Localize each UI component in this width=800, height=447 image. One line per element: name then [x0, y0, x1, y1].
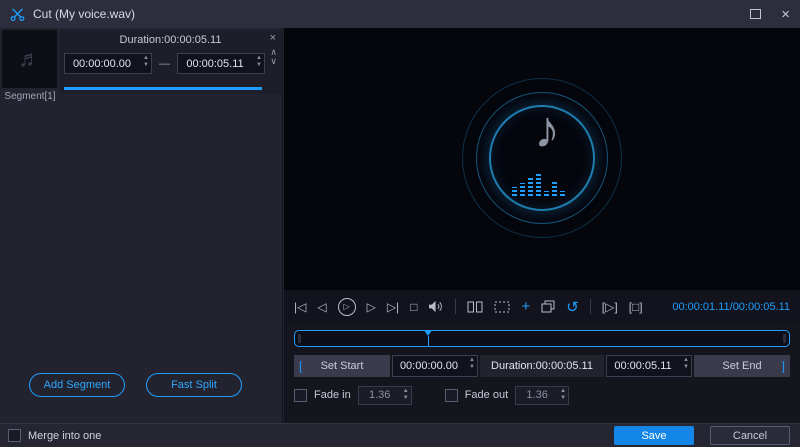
timeline-marker[interactable]	[424, 330, 433, 347]
copy-icon[interactable]	[541, 300, 555, 313]
fade-in-field: ▲ ▼	[357, 385, 412, 405]
reset-icon[interactable]: ↺	[566, 298, 579, 316]
trim-start-input[interactable]	[393, 356, 477, 376]
fade-out-label: Fade out	[464, 389, 509, 401]
video-preview-area: ♪	[284, 28, 800, 290]
fade-controls: Fade in ▲ ▼ Fade out ▲ ▼	[294, 385, 790, 405]
spinner-down-icon[interactable]: ▼	[683, 364, 689, 371]
segment-end-field: ▲ ▼	[177, 53, 265, 74]
timeline-slider[interactable]	[294, 330, 790, 347]
spinner-down-icon[interactable]: ▼	[256, 62, 262, 69]
remove-segment-icon[interactable]: ×	[270, 32, 276, 44]
toolbar-divider	[589, 299, 591, 314]
segment-list-panel: ♬ Segment[1] Duration:00:00:05.11 × ∧ ∨ …	[0, 28, 283, 423]
timeline-right-handle[interactable]	[783, 334, 786, 343]
play-button[interactable]: ▷	[337, 297, 356, 316]
skip-start-icon[interactable]: |◁	[294, 300, 306, 314]
set-start-label: Set Start	[320, 360, 364, 372]
spinner-up-icon[interactable]: ▲	[143, 55, 149, 62]
selection-icon[interactable]: [□]	[629, 300, 643, 314]
spinner-up-icon[interactable]: ▲	[256, 55, 262, 62]
audio-artwork: ♪	[462, 78, 622, 238]
spinner-down-icon[interactable]: ▼	[469, 364, 475, 371]
save-button[interactable]: Save	[614, 426, 694, 445]
spinner-down-icon[interactable]: ▼	[403, 395, 409, 402]
start-bracket: [	[299, 359, 303, 373]
fade-out-field: ▲ ▼	[515, 385, 570, 405]
play-icon: ▷	[343, 302, 350, 311]
split-icon[interactable]	[467, 301, 483, 313]
toolbar-divider	[455, 299, 457, 314]
segment-start-input[interactable]	[65, 54, 151, 73]
merge-into-one-label: Merge into one	[28, 429, 102, 442]
equalizer-icon	[512, 170, 565, 196]
trim-start-field: ▲ ▼	[392, 355, 478, 377]
trim-end-input[interactable]	[607, 356, 691, 376]
segment-start-field: ▲ ▼	[64, 53, 152, 74]
skip-end-icon[interactable]: ▷|	[387, 300, 399, 314]
select-region-icon[interactable]	[494, 301, 510, 313]
spinner-up-icon[interactable]: ▲	[469, 357, 475, 364]
spinner-down-icon[interactable]: ▼	[560, 395, 566, 402]
trim-end-field: ▲ ▼	[606, 355, 692, 377]
set-end-label: Set End	[722, 360, 762, 372]
step-back-icon[interactable]: ◁	[317, 300, 326, 314]
music-note-icon: ♬	[18, 46, 41, 71]
segment-duration-label: Duration:00:00:05.11	[119, 34, 222, 46]
segment-editor-card: Duration:00:00:05.11 × ∧ ∨ ▲ ▼ —	[60, 30, 281, 94]
fade-in-label: Fade in	[314, 389, 351, 401]
spinner-up-icon[interactable]: ▲	[560, 388, 566, 395]
close-icon[interactable]: ×	[781, 7, 790, 22]
trim-duration-label: Duration:00:00:05.11	[480, 355, 604, 377]
cut-dialog-window: Cut (My voice.wav) × ♬ Segment[1] Durati…	[0, 0, 800, 447]
move-segment-down-icon[interactable]: ∨	[270, 57, 277, 66]
merge-into-one-checkbox[interactable]	[8, 429, 21, 442]
spinner-up-icon[interactable]: ▲	[683, 357, 689, 364]
spinner-up-icon[interactable]: ▲	[403, 388, 409, 395]
music-note-icon: ♪	[534, 101, 560, 159]
end-bracket: ]	[781, 359, 785, 373]
window-title: Cut (My voice.wav)	[33, 7, 136, 21]
titlebar: Cut (My voice.wav) ×	[0, 0, 800, 28]
add-split-icon[interactable]: +	[521, 298, 530, 315]
volume-icon[interactable]	[428, 300, 444, 313]
segment-label: Segment[1]	[4, 91, 56, 102]
stop-button[interactable]: □	[410, 300, 417, 314]
timeline-left-handle[interactable]	[298, 334, 301, 343]
set-end-button[interactable]: Set End ]	[694, 355, 790, 377]
segment-range-bar	[64, 87, 262, 90]
cancel-button[interactable]: Cancel	[710, 426, 790, 445]
step-forward-icon[interactable]: ▷	[367, 300, 376, 314]
fade-in-checkbox[interactable]	[294, 388, 307, 402]
scissors-icon	[10, 7, 25, 21]
preview-panel: ♪ |◁ ◁ ▷ ▷ ▷| □ + ↺ [▷] [□] 00:00:01.11/…	[284, 28, 800, 423]
footer-bar: Merge into one Save Cancel	[0, 423, 800, 447]
trim-controls: [ Set Start ▲ ▼ Duration:00:00:05.11 ▲ ▼…	[294, 355, 790, 377]
range-dash: —	[159, 57, 170, 70]
spinner-down-icon[interactable]: ▼	[143, 62, 149, 69]
fade-out-checkbox[interactable]	[444, 388, 458, 402]
set-start-button[interactable]: [ Set Start	[294, 355, 390, 377]
segment-thumbnail[interactable]: ♬	[2, 30, 57, 88]
playback-controls: |◁ ◁ ▷ ▷ ▷| □ + ↺ [▷] [□] 00:00:01.11/00…	[284, 290, 800, 323]
maximize-button[interactable]	[750, 9, 762, 19]
segment-end-input[interactable]	[178, 54, 264, 73]
play-selection-icon[interactable]: [▷]	[602, 300, 618, 314]
add-segment-button[interactable]: Add Segment	[29, 373, 125, 397]
fast-split-button[interactable]: Fast Split	[146, 373, 242, 397]
playback-time: 00:00:01.11/00:00:05.11	[672, 300, 790, 313]
